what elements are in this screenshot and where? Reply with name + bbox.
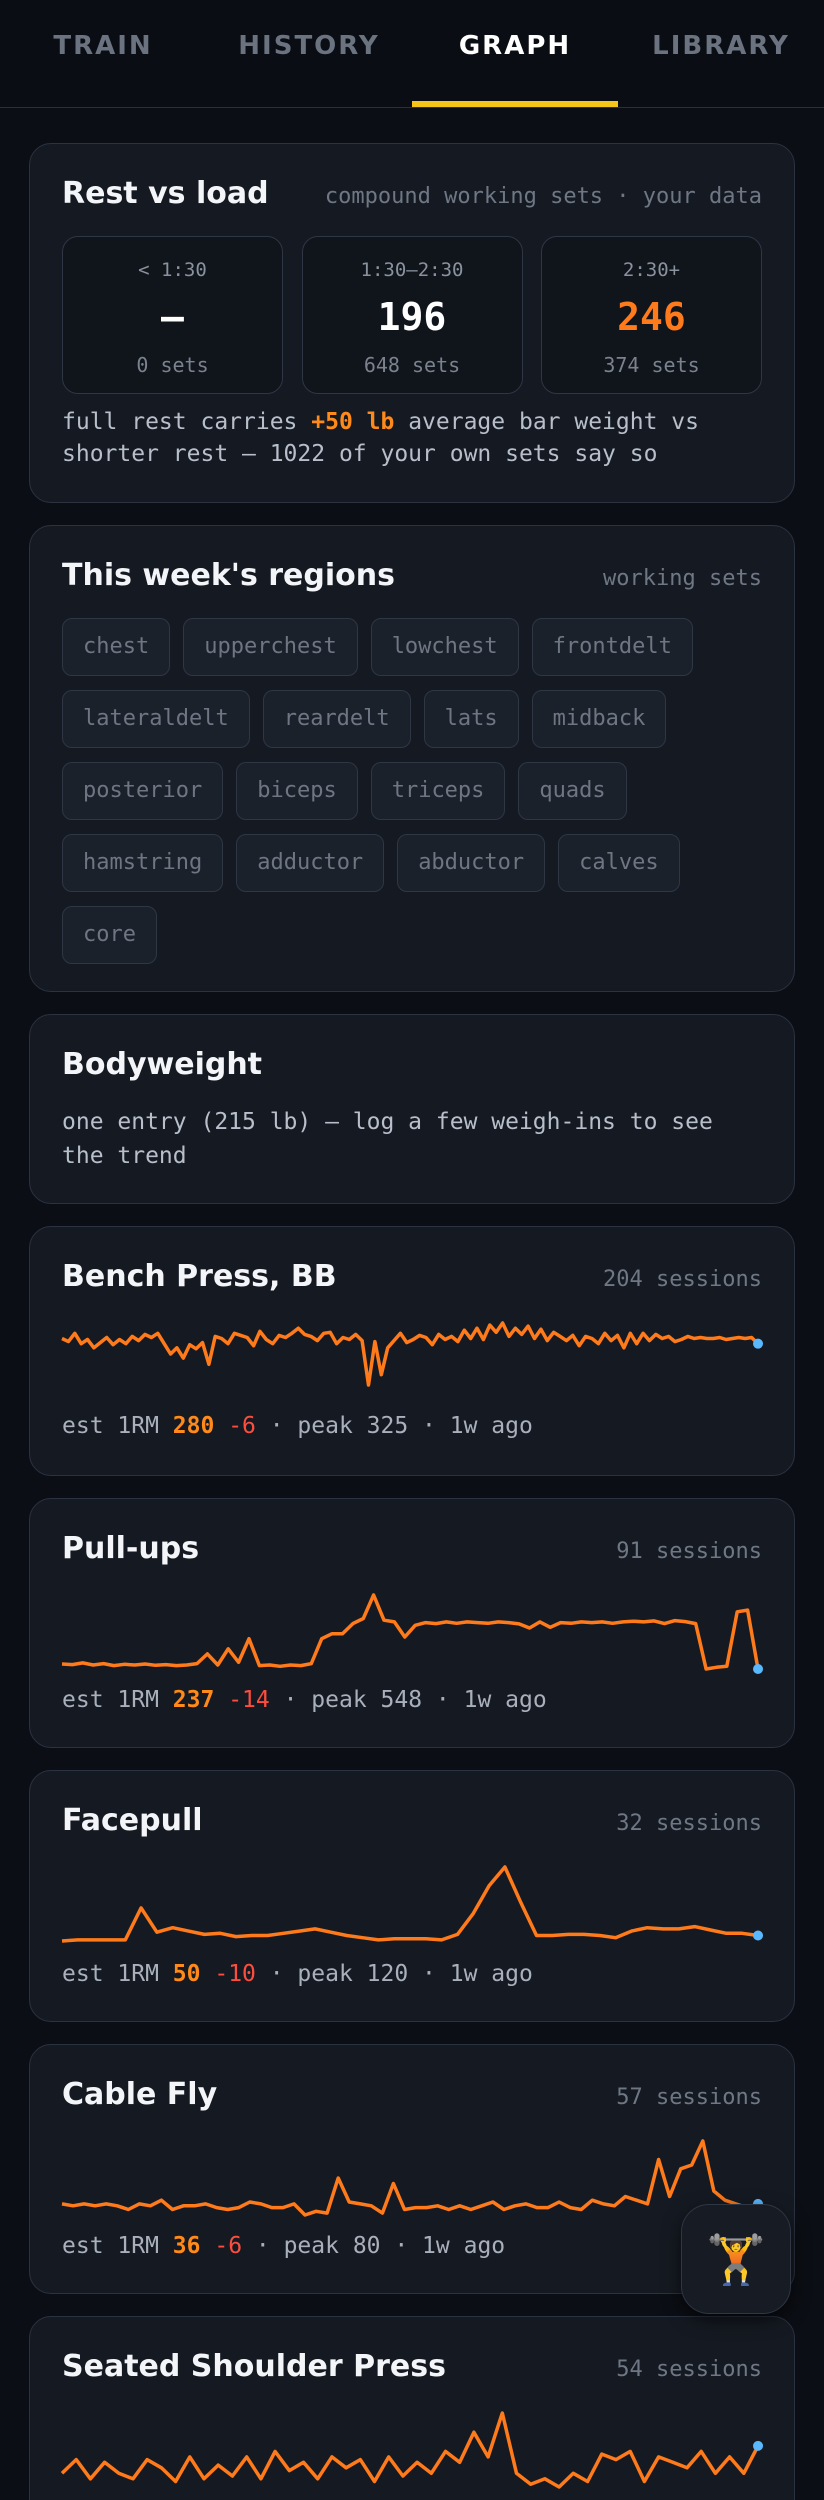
region-chip-biceps[interactable]: biceps: [236, 762, 358, 820]
sparkline-chart: [60, 2411, 763, 2489]
bodyweight-card: Bodyweight one entry (215 lb) — log a fe…: [29, 1014, 795, 1204]
bucket-count: 374 sets: [603, 353, 700, 377]
sparkline-series: [60, 2411, 760, 2489]
sparkline-series: [61, 1865, 759, 1943]
card-meta: compound working sets · your data: [324, 184, 762, 209]
sparkline-chart: [61, 1593, 763, 1674]
est-prefix: est 1RM: [62, 2233, 173, 2259]
card-title: This week's regions: [62, 558, 395, 593]
exercise-stat: est 1RM 36 -6 · peak 80 · 1w ago: [62, 2233, 505, 2259]
region-chip-adductor[interactable]: adductor: [236, 834, 385, 892]
bodyweight-note: one entry (215 lb) — log a few weigh-ins…: [62, 1109, 713, 1169]
rest-bucket-short: < 1:30 — 0 sets: [62, 236, 283, 394]
tab-graph[interactable]: GRAPH: [412, 0, 618, 107]
rest-bucket-long: 2:30+ 246 374 sets: [541, 236, 762, 394]
exercise-stat: est 1RM 280 -6 · peak 325 · 1w ago: [62, 1413, 533, 1439]
tab-library[interactable]: LIBRARY: [618, 0, 824, 107]
card-title: Bodyweight: [62, 1047, 263, 1082]
est-delta: -10: [214, 1961, 256, 1987]
region-chip-lateraldelt[interactable]: lateraldelt: [62, 690, 250, 748]
sparkline-latest-point: [753, 1930, 763, 1941]
region-chip-lats[interactable]: lats: [423, 690, 519, 748]
exercise-name: Bench Press, BB: [62, 1259, 337, 1294]
est-1rm-value: 36: [172, 2233, 201, 2259]
sparkline-chart: [61, 1865, 763, 1943]
region-chip-calves[interactable]: calves: [558, 834, 680, 892]
card-meta: working sets: [603, 566, 762, 591]
weightlifter-icon[interactable]: 🏋️: [681, 2204, 791, 2314]
exercise-stat: est 1RM 237 -14 · peak 548 · 1w ago: [62, 1687, 547, 1713]
peak-info: · peak 325 · 1w ago: [255, 1413, 533, 1439]
sparkline-series: [61, 1593, 760, 1671]
sparkline-chart: [61, 1321, 763, 1387]
region-chip-hamstring[interactable]: hamstring: [62, 834, 224, 892]
bucket-value: 196: [377, 295, 447, 339]
session-count: 91 sessions: [616, 1539, 762, 1564]
est-prefix: est 1RM: [62, 1413, 173, 1439]
exercise-card[interactable]: Facepull 32 sessions est 1RM 50 -10 · pe…: [29, 1770, 795, 2022]
rest-vs-load-card: Rest vs load compound working sets · you…: [29, 143, 795, 503]
est-1rm-value: 50: [172, 1961, 201, 1987]
est-1rm-value: 237: [172, 1687, 215, 1713]
region-chip-triceps[interactable]: triceps: [370, 762, 506, 820]
bucket-label: < 1:30: [138, 259, 207, 281]
est-delta: -6: [228, 1413, 256, 1439]
tab-bar: TRAIN HISTORY GRAPH LIBRARY: [0, 0, 824, 108]
sparkline-latest-point: [753, 1338, 763, 1349]
region-chip-upperchest[interactable]: upperchest: [183, 618, 358, 676]
est-prefix: est 1RM: [62, 1687, 173, 1713]
region-chip-midback[interactable]: midback: [531, 690, 667, 748]
card-title: Rest vs load: [62, 176, 269, 211]
est-prefix: est 1RM: [62, 1961, 173, 1987]
est-1rm-value: 280: [172, 1413, 215, 1439]
sparkline-chart: [61, 2139, 763, 2217]
bucket-count: 648 sets: [363, 353, 461, 377]
exercise-name: Cable Fly: [62, 2077, 218, 2112]
bucket-count: 0 sets: [136, 353, 209, 377]
session-count: 54 sessions: [616, 2357, 762, 2382]
bucket-value: 246: [617, 295, 686, 339]
peak-info: · peak 548 · 1w ago: [269, 1687, 547, 1713]
session-count: 32 sessions: [616, 1811, 762, 1836]
region-chip-quads[interactable]: quads: [518, 762, 627, 820]
session-count: 57 sessions: [616, 2085, 762, 2110]
bucket-label: 2:30+: [622, 259, 681, 281]
exercise-name: Seated Shoulder Press: [62, 2349, 446, 2384]
region-chips: chest upperchest lowchest frontdelt late…: [62, 618, 772, 964]
peak-info: · peak 80 · 1w ago: [242, 2233, 506, 2259]
bucket-value: —: [161, 295, 184, 339]
rest-bucket-medium: 1:30–2:30 196 648 sets: [301, 236, 523, 394]
rest-summary-pre: full rest carries: [62, 409, 312, 435]
exercise-card[interactable]: Bench Press, BB 204 sessions est 1RM 280…: [29, 1226, 795, 1476]
sparkline-series: [61, 2139, 759, 2217]
exercise-stat: est 1RM 50 -10 · peak 120 · 1w ago: [62, 1961, 533, 1987]
sparkline-series: [61, 1321, 760, 1387]
regions-card: This week's regions working sets chest u…: [29, 525, 795, 992]
region-chip-abductor[interactable]: abductor: [397, 834, 546, 892]
tab-train[interactable]: TRAIN: [0, 0, 206, 107]
region-chip-frontdelt[interactable]: frontdelt: [531, 618, 693, 676]
est-delta: -6: [214, 2233, 243, 2259]
exercise-card[interactable]: Seated Shoulder Press 54 sessions: [29, 2316, 795, 2500]
bucket-label: 1:30–2:30: [360, 259, 464, 281]
exercise-card[interactable]: Pull-ups 91 sessions est 1RM 237 -14 · p…: [29, 1498, 795, 1748]
region-chip-core[interactable]: core: [62, 906, 157, 964]
region-chip-posterior[interactable]: posterior: [62, 762, 224, 820]
rest-summary: full rest carries +50 lb average bar wei…: [62, 406, 762, 470]
region-chip-reardelt[interactable]: reardelt: [262, 690, 411, 748]
rest-summary-highlight: +50 lb: [311, 409, 395, 435]
session-count: 204 sessions: [603, 1267, 762, 1292]
region-chip-lowchest[interactable]: lowchest: [370, 618, 519, 676]
sparkline-latest-point: [753, 2440, 763, 2451]
tab-history[interactable]: HISTORY: [206, 0, 412, 107]
region-chip-chest[interactable]: chest: [62, 618, 171, 676]
exercise-name: Facepull: [62, 1803, 203, 1838]
rest-buckets: < 1:30 — 0 sets 1:30–2:30 196 648 sets 2…: [62, 236, 762, 394]
est-delta: -14: [228, 1687, 270, 1713]
peak-info: · peak 120 · 1w ago: [255, 1961, 533, 1987]
sparkline-latest-point: [753, 1664, 763, 1674]
exercise-name: Pull-ups: [62, 1531, 200, 1566]
